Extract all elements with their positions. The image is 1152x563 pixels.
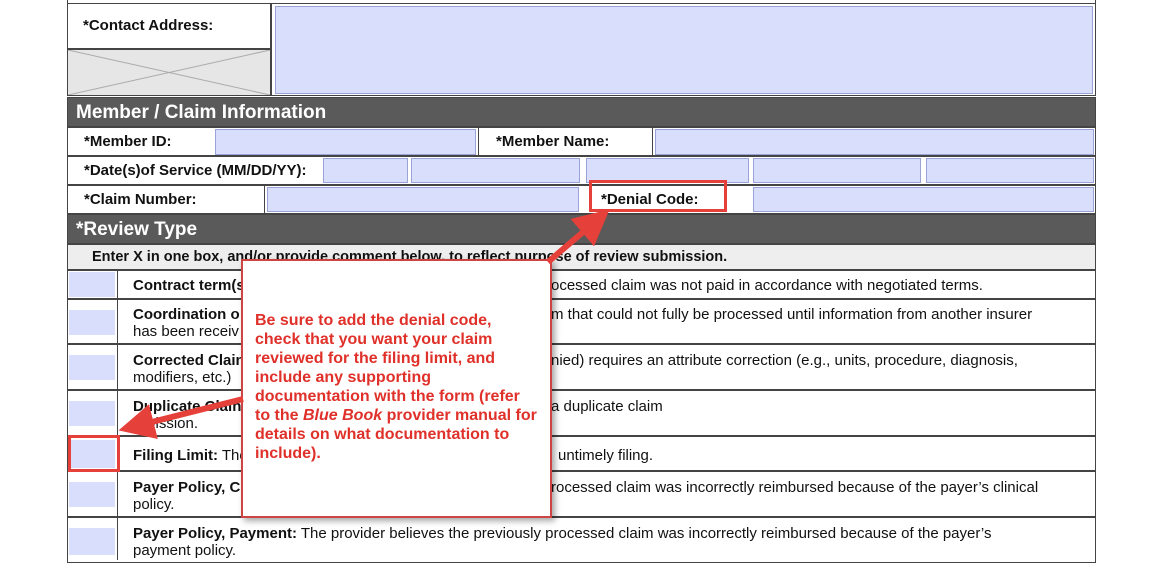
filing-limit-text: Filing Limit: The bbox=[133, 447, 248, 464]
contact-address-placeholder bbox=[67, 49, 271, 96]
member-id-field[interactable] bbox=[215, 129, 476, 155]
claim-number-label: *Claim Number: bbox=[84, 191, 197, 208]
review-type-title: *Review Type bbox=[76, 219, 198, 240]
contract-term-text: Contract term(s bbox=[133, 277, 245, 294]
dos-field-4[interactable] bbox=[753, 158, 921, 183]
contact-address-field[interactable] bbox=[275, 6, 1093, 94]
member-id-label: *Member ID: bbox=[84, 133, 172, 150]
duplicate-claim-text-cont: a duplicate claim bbox=[551, 398, 663, 415]
corrected-claim-text: Corrected Clain modifiers, etc.) bbox=[133, 352, 245, 386]
dos-label: *Date(s)of Service (MM/DD/YY): bbox=[84, 162, 307, 179]
coordination-text-cont: m that could not fully be processed unti… bbox=[551, 306, 1033, 323]
payer-payment-text: Payer Policy, Payment: The provider beli… bbox=[133, 525, 992, 559]
payer-clinical-text: Payer Policy, Cl policy. bbox=[133, 479, 245, 513]
cross-placeholder-icon bbox=[68, 50, 270, 95]
payer-clinical-checkbox[interactable] bbox=[69, 482, 115, 507]
denial-code-field[interactable] bbox=[753, 187, 1094, 212]
filing-limit-text-cont: untimely filing. bbox=[558, 447, 654, 464]
coordination-checkbox[interactable] bbox=[69, 310, 115, 335]
duplicate-claim-text: Duplicate Clain mission. bbox=[133, 398, 242, 432]
dos-field-1[interactable] bbox=[323, 158, 408, 183]
claim-number-field[interactable] bbox=[267, 187, 579, 212]
callout-text: Be sure to add the denial code, check th… bbox=[255, 312, 537, 462]
corrected-claim-checkbox[interactable] bbox=[69, 355, 115, 380]
coordination-text: Coordination o has been receiv bbox=[133, 306, 240, 340]
dos-field-2[interactable] bbox=[411, 158, 580, 183]
member-claim-section-header: Member / Claim Information bbox=[67, 97, 1096, 127]
member-name-field[interactable] bbox=[655, 129, 1094, 155]
review-type-section-header: *Review Type bbox=[67, 214, 1096, 244]
contract-term-text-cont: ocessed claim was not paid in accordance… bbox=[551, 277, 983, 294]
checkbox-column-divider bbox=[117, 270, 118, 560]
filing-limit-highlight bbox=[68, 435, 120, 472]
divider bbox=[652, 127, 653, 156]
payer-payment-checkbox[interactable] bbox=[69, 528, 115, 555]
contract-term-checkbox[interactable] bbox=[69, 272, 115, 297]
member-name-label: *Member Name: bbox=[496, 133, 610, 150]
payer-clinical-text-cont: rocessed claim was incorrectly reimburse… bbox=[551, 479, 1039, 496]
duplicate-claim-checkbox[interactable] bbox=[69, 401, 115, 426]
contact-address-label-cell: *Contact Address: bbox=[67, 3, 271, 49]
divider bbox=[478, 127, 479, 156]
denial-code-highlight bbox=[589, 180, 727, 212]
corrected-claim-text-cont: nied) requires an attribute correction (… bbox=[551, 352, 1018, 369]
contact-address-label: *Contact Address: bbox=[83, 17, 214, 34]
divider bbox=[264, 185, 265, 214]
dos-field-5[interactable] bbox=[926, 158, 1094, 183]
member-claim-section-title: Member / Claim Information bbox=[76, 102, 327, 123]
annotation-callout: Be sure to add the denial code, check th… bbox=[241, 259, 552, 518]
